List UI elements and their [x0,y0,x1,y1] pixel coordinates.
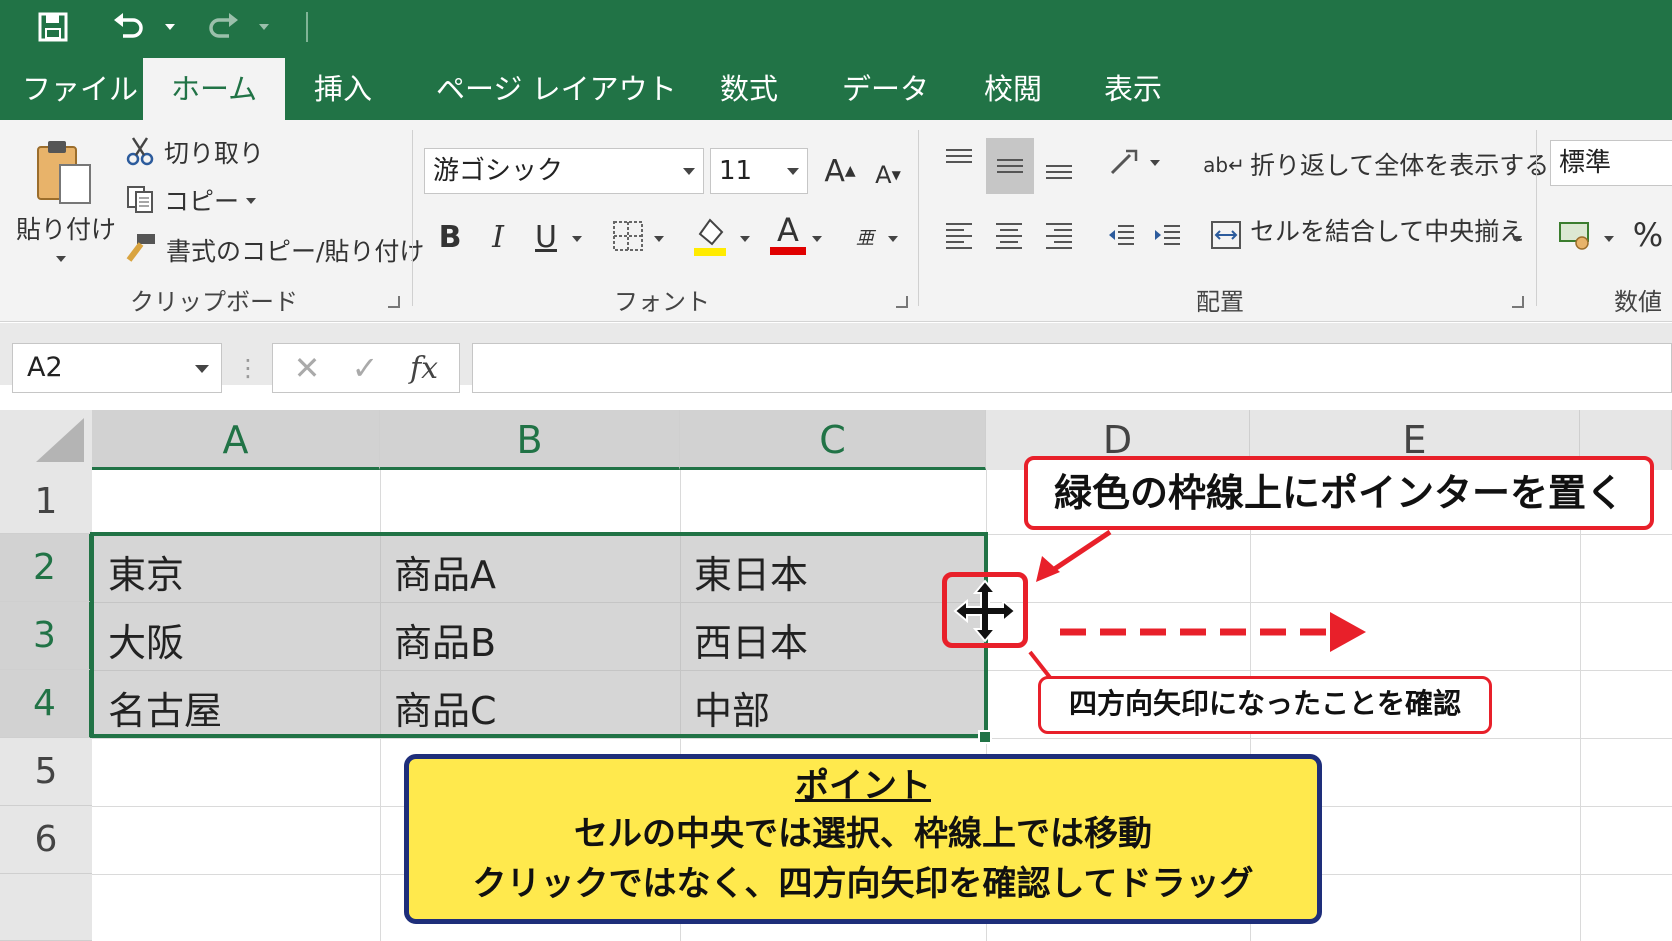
small-callout: 四方向矢印になったことを確認 [1038,676,1492,734]
point-line-1: セルの中央では選択、枠線上では移動 [574,814,1152,854]
point-note-box: ポイント セルの中央では選択、枠線上では移動 クリックではなく、四方向矢印を確認… [404,754,1322,924]
top-callout: 緑色の枠線上にポインターを置く [1024,456,1654,530]
point-title: ポイント [795,766,931,806]
point-line-2: クリックではなく、四方向矢印を確認してドラッグ [472,864,1254,904]
